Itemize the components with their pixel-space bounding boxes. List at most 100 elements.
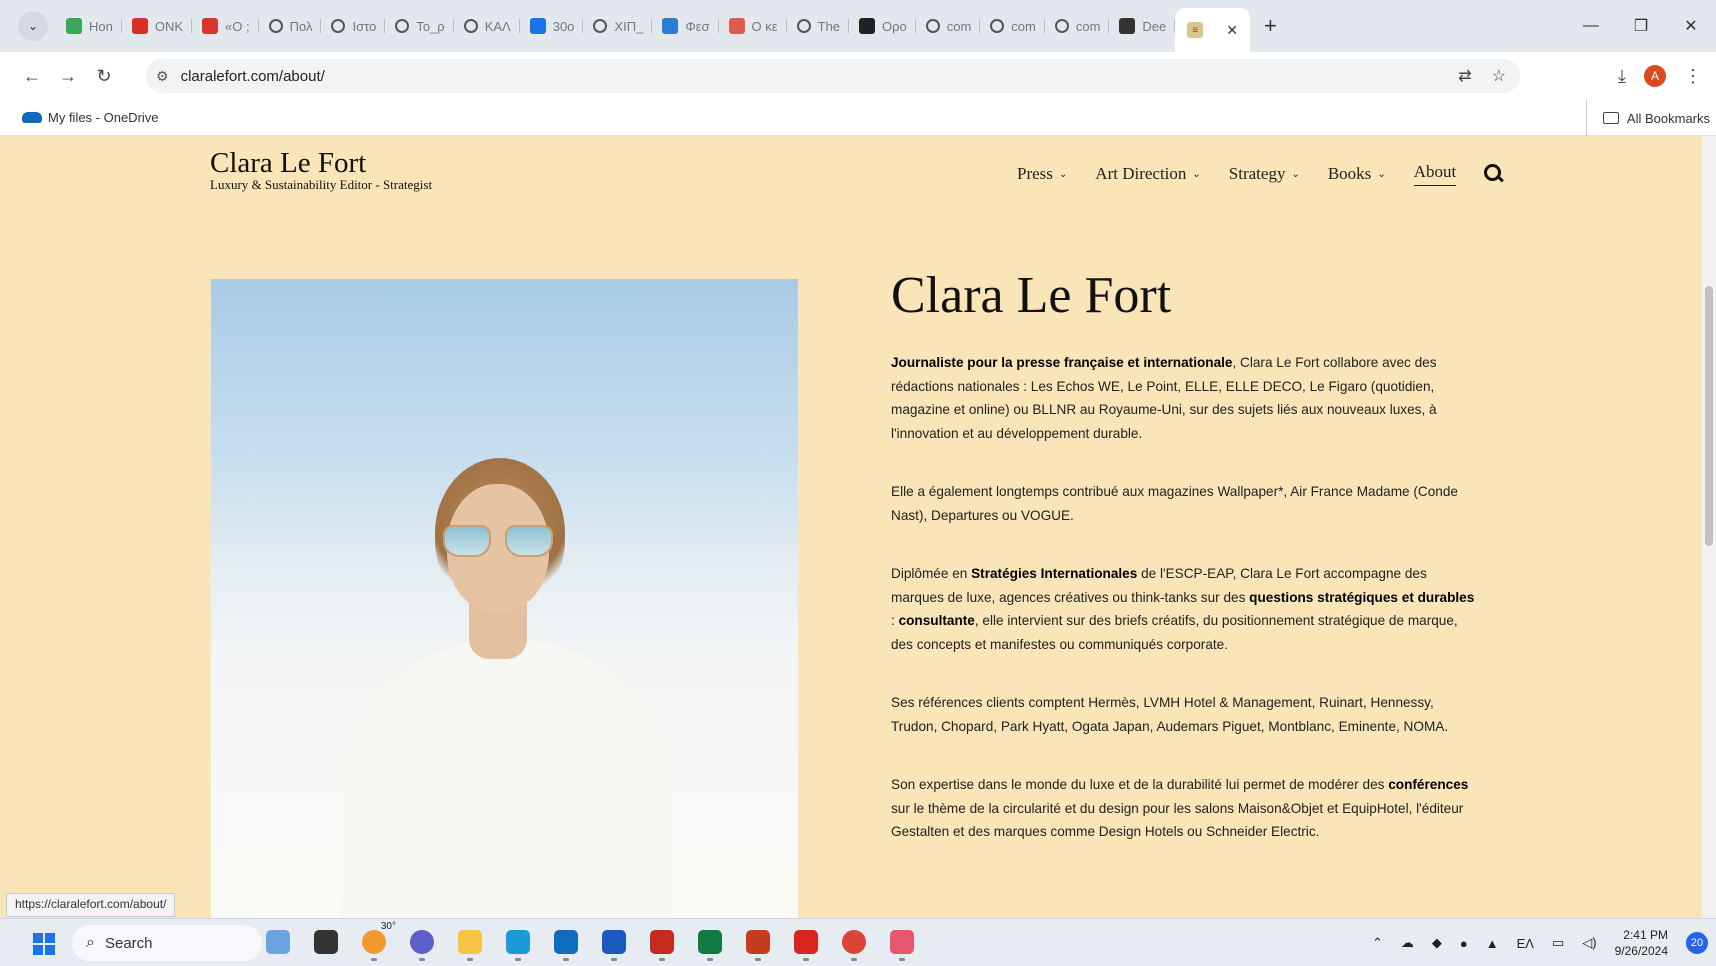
folder-icon [1602, 112, 1619, 124]
teams-taskbar-button[interactable] [406, 925, 438, 961]
bookmark-star-icon[interactable]: ☆ [1492, 66, 1506, 86]
profile-avatar[interactable]: A [1644, 65, 1666, 87]
network-icon[interactable]: ▭ [1552, 935, 1564, 951]
powerpoint-taskbar-button[interactable] [742, 925, 774, 961]
browser-tab[interactable]: ΚΑΛ [454, 9, 520, 43]
word-taskbar-button[interactable] [598, 925, 630, 961]
search-icon[interactable] [1484, 164, 1504, 184]
tab-title: Πολ [289, 18, 313, 34]
tab-title: ΧΙΠ_ [614, 18, 644, 34]
weather-icon [362, 930, 386, 954]
page-scrollbar[interactable] [1702, 136, 1716, 918]
app-red-taskbar-button[interactable] [646, 925, 678, 961]
url-text[interactable]: claralefort.com/about/ [181, 68, 325, 85]
tab-active[interactable]: ≡ ✕ [1175, 8, 1250, 52]
browser-tab[interactable]: com [1045, 9, 1110, 43]
language-indicator[interactable]: EΛ [1517, 936, 1534, 951]
paragraph-journalist: Journaliste pour la presse française et … [891, 351, 1481, 445]
nav-label: Art Direction [1095, 164, 1187, 183]
paragraph-bold: questions stratégiques et durables [1249, 589, 1475, 605]
browser-tab-strip: ⌄ Hon ONK «Ο ; Πολ Ιστο Το_ρ ΚΑΛ 30ο ΧΙΠ_ Φεσ Ο κε… [0, 0, 1716, 52]
browser-tab[interactable]: com [916, 9, 981, 43]
nav-about[interactable]: About [1413, 162, 1457, 186]
site-info-icon[interactable]: ⚙ [156, 68, 169, 85]
browser-tab[interactable]: 30ο [520, 9, 584, 43]
restore-button[interactable]: ❐ [1616, 16, 1666, 36]
bookmark-onedrive[interactable]: My files - OneDrive [22, 110, 159, 125]
browser-tab[interactable]: ΧΙΠ_ [583, 9, 653, 43]
paragraph-bold: conférences [1388, 777, 1469, 792]
browser-tab[interactable]: com [980, 9, 1045, 43]
all-bookmarks[interactable]: All Bookmarks [1585, 100, 1710, 136]
browser-tab[interactable]: Φεσ [652, 9, 719, 43]
paragraph-clients: Ses références clients comptent Hermès, … [891, 695, 1449, 734]
close-window-button[interactable]: ✕ [1666, 16, 1716, 36]
site-logo[interactable]: Clara Le Fort Luxury & Sustainability Ed… [210, 148, 432, 192]
clock[interactable]: 2:41 PM 9/26/2024 [1615, 927, 1668, 959]
excel-taskbar-button[interactable] [694, 925, 726, 961]
outlook-taskbar-button[interactable] [550, 925, 582, 961]
downloads-icon[interactable]: ⤓ [1618, 66, 1626, 87]
browser-tab[interactable]: Dee [1109, 9, 1176, 43]
file-explorer-taskbar-button[interactable] [454, 925, 486, 961]
browser-tab[interactable]: Hon [56, 9, 122, 43]
onedrive-tray-icon[interactable]: ☁ [1401, 935, 1414, 951]
forward-button[interactable]: → [50, 66, 86, 87]
browser-tab[interactable]: Το_ρ [385, 9, 455, 43]
gmail-icon [131, 18, 148, 34]
reload-button[interactable]: ↻ [86, 66, 122, 87]
back-button[interactable]: ← [14, 66, 50, 87]
acrobat-icon [794, 930, 818, 954]
photo-sunglasses [443, 525, 553, 559]
translate-icon[interactable]: ⇄ [1458, 66, 1471, 86]
browser-tab[interactable]: ONK [122, 9, 193, 43]
notification-badge[interactable]: 20 [1686, 932, 1708, 954]
snipping-tool-taskbar-button[interactable] [886, 925, 918, 961]
tab-title: ΚΑΛ [484, 18, 511, 34]
start-button[interactable] [33, 933, 55, 955]
tray-app-icon-3[interactable]: ▲ [1486, 936, 1499, 951]
main-navigation: Press ⌄ Art Direction ⌄ Strategy ⌄ Books ⌄ A… [1017, 162, 1504, 186]
nav-books[interactable]: Books ⌄ [1328, 164, 1386, 184]
omnibox[interactable]: ⚙ claralefort.com/about/ ⇄ ☆ [146, 59, 1520, 93]
nav-label: About [1413, 162, 1457, 181]
tray-app-icon[interactable]: ◆ [1432, 935, 1442, 951]
browser-tab[interactable]: Ο κε [719, 9, 787, 43]
tab-title: 30ο [552, 18, 575, 34]
chrome-taskbar-button[interactable] [838, 925, 870, 961]
volume-icon[interactable]: ◁) [1582, 935, 1596, 951]
task-view-taskbar-button[interactable] [310, 925, 342, 959]
chevron-up-icon[interactable]: ⌃ [1372, 935, 1383, 951]
browser-tab[interactable]: «Ο ; [192, 9, 259, 43]
browser-tab[interactable]: The [787, 9, 850, 43]
site-favicon-icon: ≡ [1187, 22, 1204, 38]
nav-press[interactable]: Press ⌄ [1017, 164, 1067, 184]
weather-taskbar-button[interactable]: 30° [358, 921, 396, 961]
browser-tab[interactable]: Ορο [849, 9, 916, 43]
browser-tab[interactable]: Ιστο [321, 9, 386, 43]
minimize-button[interactable]: — [1566, 17, 1616, 35]
deepseek-icon [1119, 18, 1136, 34]
scrollbar-thumb[interactable] [1705, 286, 1713, 546]
page-title: Clara Le Fort [891, 267, 1172, 324]
tray-app-icon-2[interactable]: ● [1460, 936, 1468, 951]
nav-label: Books [1327, 164, 1372, 183]
outlook-icon [554, 930, 578, 954]
nav-art-direction[interactable]: Art Direction ⌄ [1095, 164, 1201, 184]
menu-kebab-icon[interactable]: ⋮ [1684, 66, 1702, 87]
about-content: Clara Le Fort Journaliste pour la presse… [891, 266, 1481, 879]
tab-title: com [1011, 18, 1036, 34]
nav-strategy[interactable]: Strategy ⌄ [1229, 164, 1300, 184]
new-tab-button[interactable]: + [1264, 13, 1277, 39]
acrobat-taskbar-button[interactable] [790, 925, 822, 961]
tab-search-button[interactable]: ⌄ [18, 11, 48, 41]
close-tab-icon[interactable]: ✕ [1226, 22, 1238, 39]
widgets-taskbar-button[interactable] [262, 925, 294, 959]
browser-tab[interactable]: Πολ [259, 9, 322, 43]
logo-subtitle: Luxury & Sustainability Editor - Strateg… [210, 177, 433, 192]
taskbar-search[interactable]: ⌕ Search [72, 925, 262, 961]
taskbar-apps: 30° [262, 921, 918, 961]
globe-icon [395, 19, 410, 33]
edge-taskbar-button[interactable] [502, 925, 534, 961]
tab-title: com [1075, 18, 1101, 34]
